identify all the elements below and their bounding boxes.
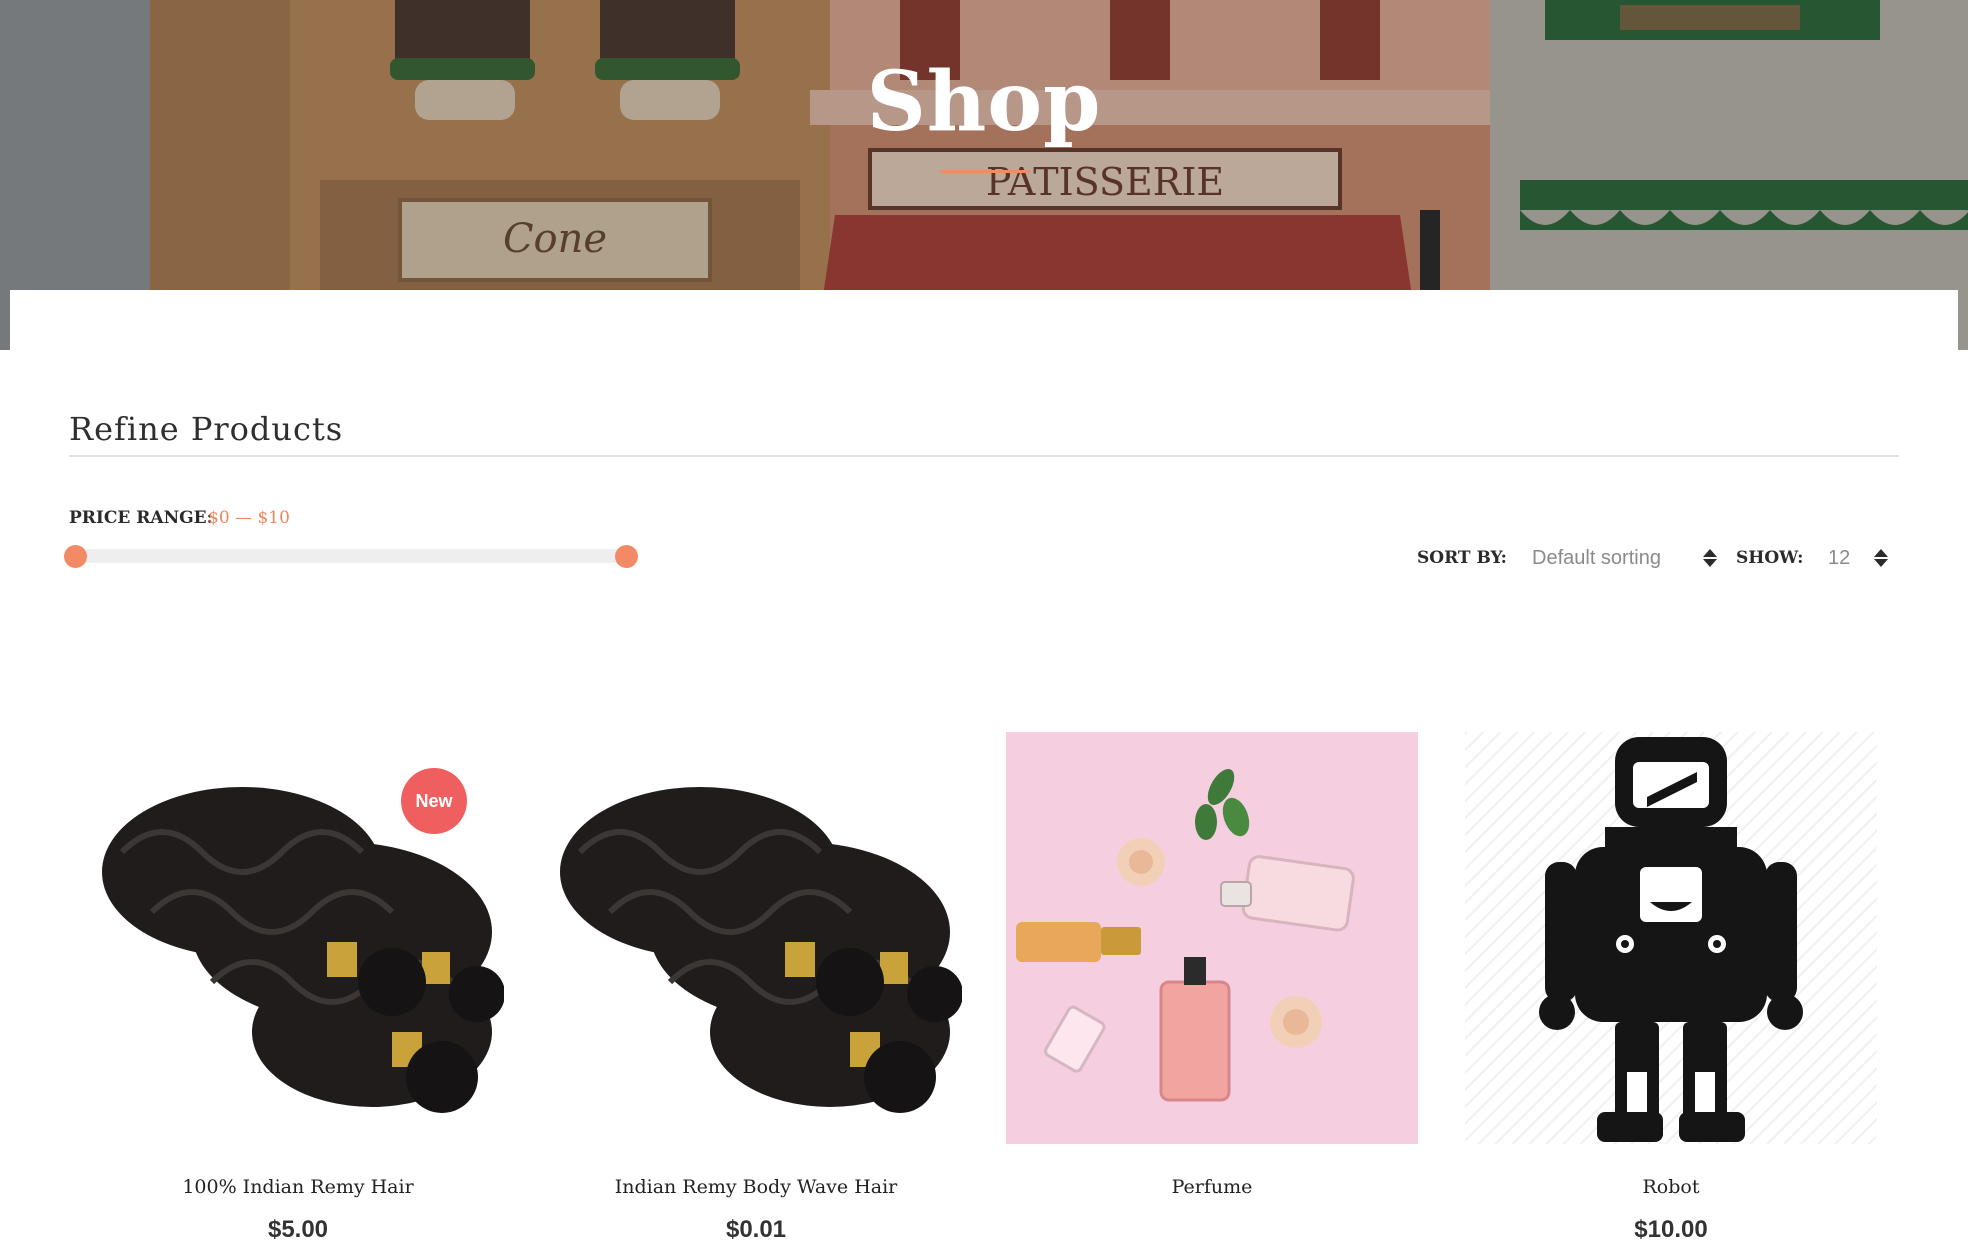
price-range-value: $0 — $10 [208,508,290,528]
perfume-image [1006,732,1418,1144]
page-title: Shop [866,54,1102,150]
price-range-slider[interactable] [64,545,638,568]
product-price: $10.00 [1634,1216,1708,1243]
product-image[interactable] [1465,732,1877,1144]
sort-select[interactable]: Default sorting [1532,542,1717,574]
product-image[interactable] [550,732,962,1144]
slider-min-handle[interactable] [64,545,87,568]
slider-track[interactable] [76,549,626,563]
product-price: $5.00 [267,1216,329,1243]
product-card[interactable]: Robot $10.00 [1465,732,1877,1244]
show-count-select[interactable]: 12 [1828,542,1888,574]
product-image[interactable]: New [92,732,504,1144]
new-badge: New [401,768,467,834]
sort-by-label: SORT BY: [1417,548,1507,568]
product-image[interactable] [1006,732,1418,1144]
product-card[interactable]: Indian Remy Body Wave Hair $0.01 [550,732,962,1244]
sort-select-value: Default sorting [1532,546,1661,569]
refine-products-heading: Refine Products [69,410,344,448]
robot-image [1465,732,1877,1144]
product-name[interactable]: Indian Remy Body Wave Hair [550,1176,962,1198]
title-underline [940,170,1030,173]
product-name[interactable]: Perfume [1006,1176,1418,1198]
show-select-value: 12 [1828,546,1851,569]
product-card[interactable]: Perfume [1006,732,1418,1216]
show-select-caret-icon [1874,549,1888,567]
product-card[interactable]: New 100% Indian Remy Hair $5.00 [92,732,504,1244]
product-name[interactable]: Robot [1465,1176,1877,1198]
product-price: $0.01 [725,1216,787,1243]
slider-max-handle[interactable] [615,545,638,568]
hair-bundle-image [550,732,962,1144]
product-name[interactable]: 100% Indian Remy Hair [92,1176,504,1198]
heading-divider [69,455,1899,457]
sort-select-caret-icon [1703,549,1717,567]
shop-panel: Refine Products PRICE RANGE: $0 — $10 SO… [10,290,1958,1244]
show-label: SHOW: [1736,548,1804,568]
price-range-label: PRICE RANGE: [69,508,213,528]
